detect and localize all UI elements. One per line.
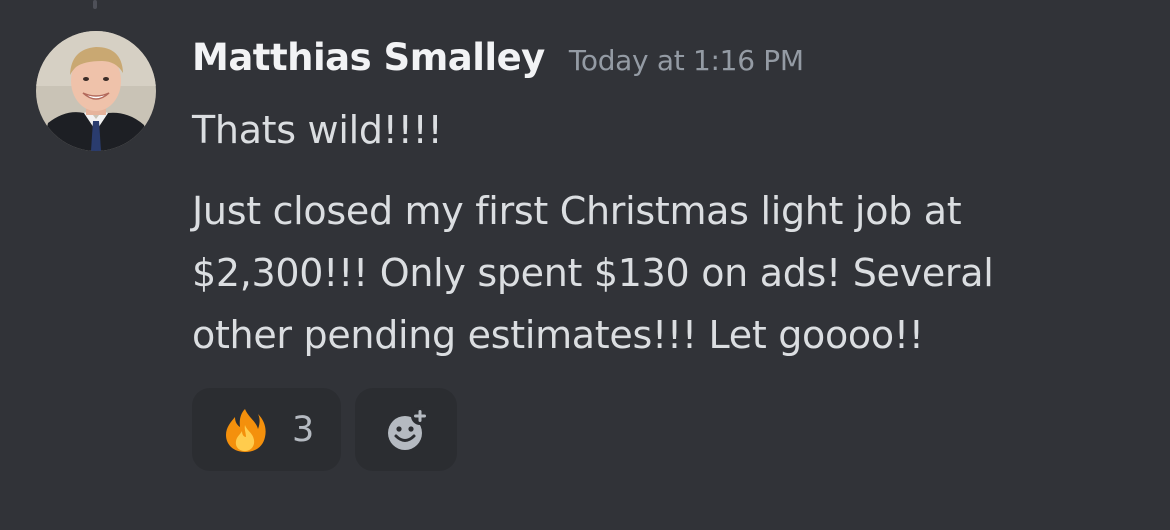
message-text: Thats wild!!!! [192,108,443,152]
timestamp: Today at 1:16 PM [568,44,804,77]
reaction-count: 3 [292,409,315,450]
reaction-fire[interactable]: 3 [192,388,341,471]
message-text-line: $2,300!!! Only spent $130 on ads! Severa… [192,251,994,295]
message-text-block: Just closed my first Christmas light job… [192,180,1092,366]
chat-message: Matthias Smalley Today at 1:16 PM Thats … [0,0,1170,530]
message-text-line: other pending estimates!!! Let goooo!! [192,313,924,357]
avatar[interactable] [36,31,156,151]
add-reaction-icon [388,406,429,450]
username[interactable]: Matthias Smalley [192,36,545,79]
add-reaction-button[interactable] [355,388,457,471]
fire-icon [226,408,266,452]
avatar-image [36,31,156,151]
message-text-line: Just closed my first Christmas light job… [192,189,962,233]
message-header: Matthias Smalley Today at 1:16 PM [192,36,804,86]
reactions-bar: 3 [192,388,457,471]
